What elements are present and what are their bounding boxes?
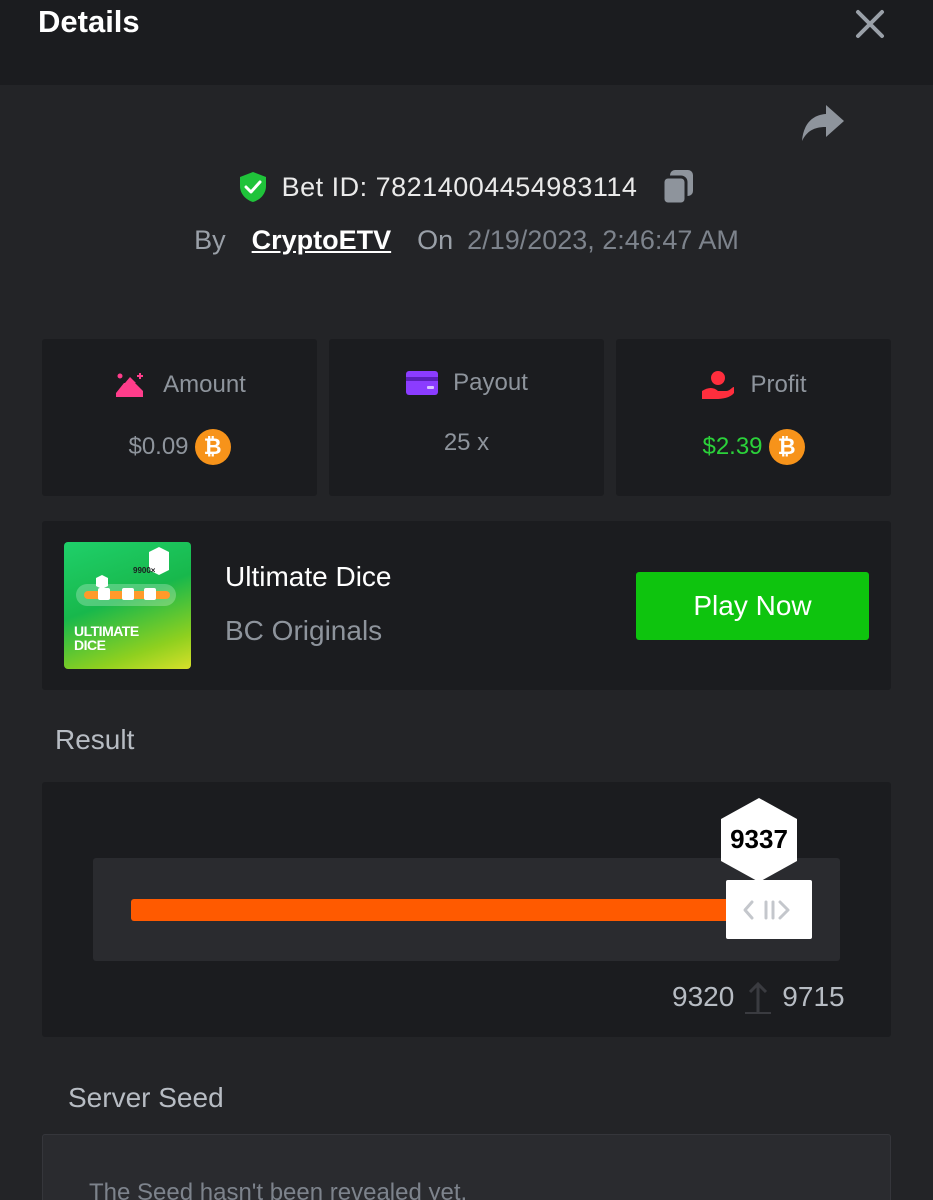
bet-id: Bet ID: 78214004454983114 bbox=[281, 171, 638, 202]
game-card: 9900× ULTIMATE DICE Ultimate Dice BC Ori… bbox=[42, 521, 891, 690]
page-title: Details bbox=[38, 4, 140, 39]
server-seed-label: Server Seed bbox=[68, 1082, 224, 1113]
result-range: 9320 9715 bbox=[672, 972, 845, 1022]
stat-payout: Payout 25 x bbox=[329, 339, 604, 496]
game-thumbnail[interactable]: 9900× ULTIMATE DICE bbox=[64, 542, 191, 669]
bitcoin-icon: ₿ bbox=[768, 429, 805, 465]
slider-fill bbox=[131, 899, 769, 921]
thumb-title: ULTIMATE DICE bbox=[74, 623, 139, 653]
user-link[interactable]: CryptoETV bbox=[252, 225, 392, 256]
game-provider: BC Originals bbox=[225, 615, 383, 646]
copy-icon bbox=[661, 170, 694, 205]
close-icon bbox=[856, 10, 884, 38]
thumb-badge: 9900× bbox=[133, 566, 156, 575]
on-label: On bbox=[417, 224, 454, 255]
by-label: By bbox=[194, 224, 226, 255]
result-label: Result bbox=[55, 724, 135, 755]
share-button[interactable] bbox=[798, 100, 848, 146]
bet-stats: Amount $0.09 ₿ Payout 25 x Profit $2.39 … bbox=[42, 339, 891, 496]
roll-value: 9337 bbox=[730, 824, 788, 854]
play-now-button[interactable]: Play Now bbox=[636, 572, 869, 640]
payout-label: Payout bbox=[453, 369, 528, 396]
amount-icon bbox=[116, 373, 144, 397]
bitcoin-icon: ₿ bbox=[194, 429, 231, 465]
range-high: 9715 bbox=[782, 981, 845, 1012]
details-header: Details bbox=[0, 0, 933, 85]
share-icon bbox=[802, 105, 844, 141]
amount-value: $0.09 bbox=[128, 433, 189, 460]
result-card: 9337 9320 9715 bbox=[42, 782, 891, 1037]
profit-value: $2.39 bbox=[702, 433, 763, 460]
stat-amount: Amount $0.09 ₿ bbox=[42, 339, 317, 496]
bet-date: 2/19/2023, 2:46:47 AM bbox=[467, 224, 739, 255]
game-name[interactable]: Ultimate Dice bbox=[225, 561, 391, 593]
profit-icon bbox=[702, 371, 735, 399]
slider-arrows-icon bbox=[743, 900, 790, 919]
amount-label: Amount bbox=[163, 371, 246, 398]
profit-label: Profit bbox=[750, 371, 807, 398]
payout-card-icon bbox=[406, 371, 439, 395]
slider-handle[interactable] bbox=[726, 880, 812, 939]
copy-button[interactable] bbox=[661, 169, 695, 205]
bet-meta-row: By CryptoETV On 2/19/2023, 2:46:47 AM bbox=[0, 218, 933, 262]
range-low: 9320 bbox=[672, 981, 735, 1012]
stat-profit: Profit $2.39 ₿ bbox=[616, 339, 891, 496]
bet-id-row: Bet ID: 78214004454983114 bbox=[0, 165, 933, 209]
server-seed-box: The Seed hasn't been revealed yet. bbox=[42, 1134, 891, 1200]
payout-value: 25 x bbox=[443, 429, 490, 456]
close-button[interactable] bbox=[848, 2, 892, 46]
verified-shield-icon bbox=[239, 172, 266, 202]
server-seed-message: The Seed hasn't been revealed yet. bbox=[89, 1179, 468, 1200]
range-arrow-icon bbox=[734, 976, 782, 1018]
